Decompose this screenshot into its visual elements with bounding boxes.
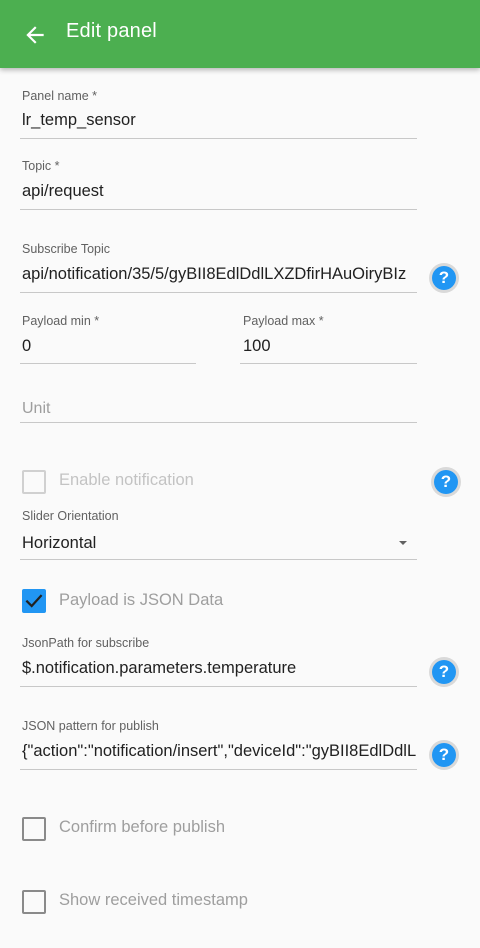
jsonpath-subscribe-label: JsonPath for subscribe [22, 636, 150, 650]
topic-underline [20, 209, 417, 210]
payload-max-input[interactable]: 100 [243, 337, 413, 356]
app-bar: Edit panel [0, 0, 480, 68]
panel-name-label: Panel name * [22, 89, 98, 103]
enable-notification-checkbox[interactable] [22, 470, 46, 494]
enable-notification-help-icon[interactable]: ? [431, 467, 461, 497]
json-pattern-label: JSON pattern for publish [22, 719, 159, 733]
payload-min-label: Payload min * [22, 314, 100, 328]
dropdown-arrow-icon[interactable] [399, 541, 407, 545]
jsonpath-subscribe-underline [20, 686, 417, 687]
json-pattern-help-icon[interactable]: ? [429, 740, 459, 770]
unit-input[interactable]: Unit [22, 400, 50, 418]
show-timestamp-checkbox[interactable] [22, 890, 46, 914]
confirm-before-publish-label: Confirm before publish [59, 818, 225, 836]
json-pattern-underline [20, 769, 417, 770]
subscribe-topic-help-icon[interactable]: ? [429, 263, 459, 293]
show-timestamp-label: Show received timestamp [59, 891, 248, 909]
panel-name-underline [20, 138, 417, 139]
jsonpath-subscribe-input[interactable]: $.notification.parameters.temperature [22, 659, 417, 678]
payload-max-label: Payload max * [243, 314, 324, 328]
page-title: Edit panel [66, 20, 157, 42]
unit-underline [20, 422, 417, 423]
slider-orientation-underline [20, 559, 417, 560]
subscribe-topic-label: Subscribe Topic [22, 242, 111, 256]
checkmark-icon [25, 594, 43, 608]
payload-json-label: Payload is JSON Data [59, 591, 224, 609]
enable-notification-label: Enable notification [59, 471, 194, 489]
slider-orientation-select[interactable]: Horizontal [22, 534, 382, 553]
topic-label: Topic * [22, 159, 60, 173]
confirm-before-publish-checkbox[interactable] [22, 817, 46, 841]
slider-orientation-label: Slider Orientation [22, 509, 119, 523]
panel-name-input[interactable]: lr_temp_sensor [22, 111, 417, 130]
jsonpath-help-icon[interactable]: ? [429, 657, 459, 687]
subscribe-topic-input[interactable]: api/notification/35/5/gyBII8EdlDdlLXZDfi… [22, 265, 417, 284]
arrow-back-icon[interactable] [22, 22, 48, 48]
payload-max-underline [240, 363, 417, 364]
json-pattern-input[interactable]: {"action":"notification/insert","deviceI… [22, 742, 417, 761]
payload-json-checkbox[interactable] [22, 589, 46, 613]
topic-input[interactable]: api/request [22, 182, 417, 201]
payload-min-input[interactable]: 0 [22, 337, 192, 356]
payload-min-underline [20, 363, 196, 364]
subscribe-topic-underline [20, 292, 417, 293]
